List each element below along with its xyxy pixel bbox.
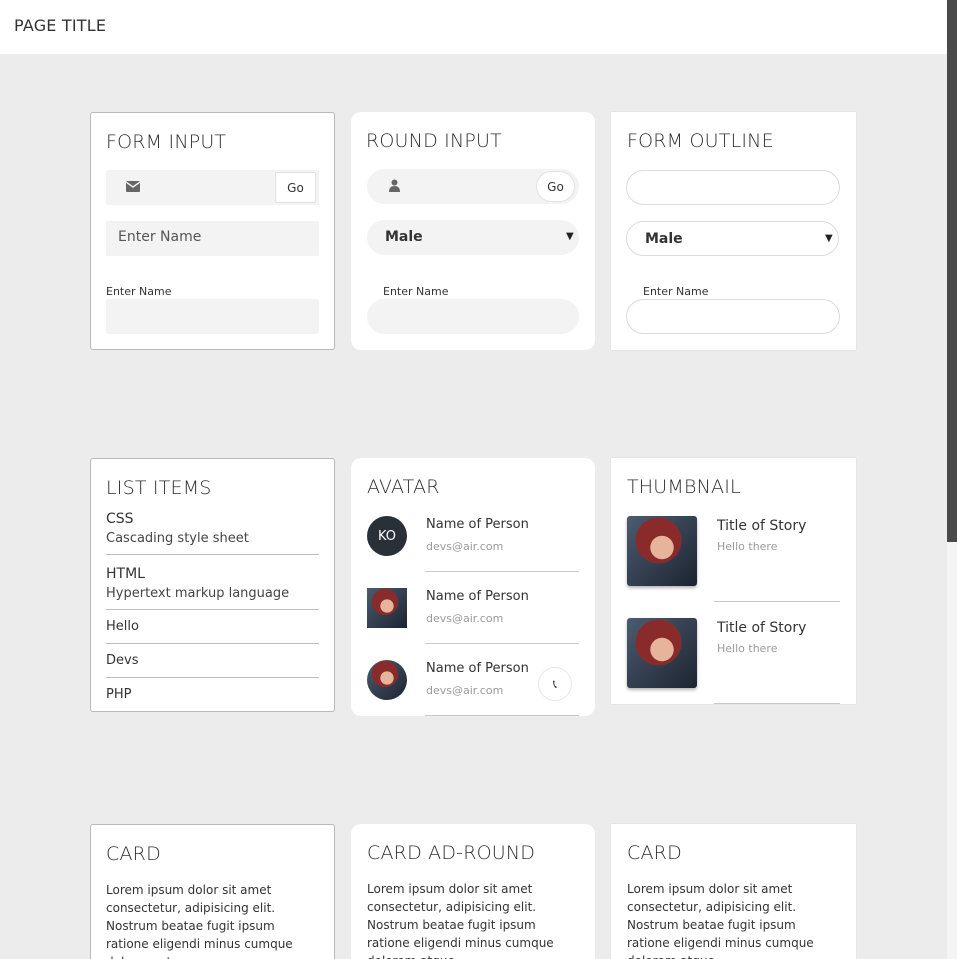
person-name[interactable]: Name of Person (426, 589, 529, 604)
avatar: KO (367, 516, 407, 556)
list-item-title[interactable]: PHP (106, 687, 131, 702)
story-subtitle: Hello there (717, 540, 778, 553)
story-title[interactable]: Title of Story (717, 620, 806, 636)
divider (714, 601, 840, 602)
person-name[interactable]: Name of Person (426, 517, 529, 532)
call-button[interactable]: 📞︎ (538, 667, 572, 701)
form-outline-card: FORM OUTLINE Male ▼ Enter Name (611, 112, 856, 350)
card-title: AVATAR (367, 476, 440, 498)
person-email: devs@air.com (426, 612, 504, 625)
caret-down-icon: ▼ (825, 233, 833, 244)
divider (106, 677, 319, 678)
story-subtitle: Hello there (717, 642, 778, 655)
go-button[interactable]: Go (275, 172, 316, 203)
avatar (367, 660, 407, 700)
card-title: CARD (106, 843, 161, 865)
name-field[interactable] (367, 299, 579, 334)
card-title: LIST ITEMS (106, 477, 212, 499)
list-item-title[interactable]: CSS (106, 511, 134, 527)
envelope-icon (126, 181, 140, 192)
select-value: Male (645, 231, 683, 247)
divider (106, 554, 319, 555)
divider (714, 703, 840, 704)
story-title[interactable]: Title of Story (717, 518, 806, 534)
scrollbar-thumb[interactable] (947, 0, 957, 542)
select-value: Male (385, 229, 423, 245)
person-email: devs@air.com (426, 684, 504, 697)
gender-select[interactable]: Male ▼ (626, 221, 839, 256)
outline-input[interactable] (626, 170, 840, 205)
person-name[interactable]: Name of Person (426, 661, 529, 676)
list-items-card: LIST ITEMS CSS Cascading style sheet HTM… (90, 458, 335, 712)
card: CARD Lorem ipsum dolor sit amet consecte… (90, 824, 335, 959)
card-body-text: Lorem ipsum dolor sit amet consectetur, … (627, 882, 814, 959)
divider (106, 609, 319, 610)
card-title: CARD (627, 842, 682, 864)
name-placeholder: Enter Name (118, 229, 202, 245)
list-item-subtitle: Cascading style sheet (106, 531, 249, 546)
person-email: devs@air.com (426, 540, 504, 553)
list-item-title[interactable]: HTML (106, 566, 145, 582)
caret-down-icon: ▼ (566, 231, 574, 242)
list-item-title[interactable]: Hello (106, 619, 139, 634)
top-bar: PAGE TITLE (0, 0, 947, 54)
phone-icon: 📞︎ (552, 676, 558, 691)
card: CARD Lorem ipsum dolor sit amet consecte… (611, 824, 856, 959)
card-body-text: Lorem ipsum dolor sit amet consectetur, … (106, 883, 293, 959)
list-item-title[interactable]: Devs (106, 653, 138, 668)
name-field[interactable] (106, 299, 319, 334)
list-item-subtitle: Hypertext markup language (106, 586, 290, 601)
avatar-card: AVATAR KO Name of Person devs@air.com Na… (351, 458, 595, 716)
story-thumbnail[interactable] (627, 618, 697, 688)
divider (106, 643, 319, 644)
card-title: THUMBNAIL (627, 476, 741, 498)
name-input[interactable]: Enter Name (106, 221, 319, 256)
divider (425, 571, 579, 572)
form-input-card: FORM INPUT Go Enter Name Enter Name (90, 112, 335, 350)
name-field[interactable] (626, 299, 840, 334)
gender-select[interactable]: Male ▼ (367, 220, 579, 255)
go-button[interactable]: Go (536, 171, 575, 202)
round-input-card: ROUND INPUT Go Male ▼ Enter Name (351, 112, 595, 350)
name-label: Enter Name (643, 285, 709, 298)
divider (425, 715, 579, 716)
page-title: PAGE TITLE (14, 16, 107, 35)
name-label: Enter Name (106, 285, 172, 298)
thumbnail-card: THUMBNAIL Title of Story Hello there Tit… (611, 458, 856, 704)
user-icon (389, 179, 400, 192)
card-title: ROUND INPUT (366, 130, 502, 152)
card-title: FORM OUTLINE (627, 130, 774, 152)
story-thumbnail[interactable] (627, 516, 697, 586)
card-ad-round: CARD AD-ROUND Lorem ipsum dolor sit amet… (351, 824, 595, 959)
card-body-text: Lorem ipsum dolor sit amet consectetur, … (367, 882, 554, 959)
name-label: Enter Name (383, 285, 449, 298)
scrollbar-track[interactable] (947, 0, 957, 959)
card-title: FORM INPUT (106, 131, 227, 153)
card-title: CARD AD-ROUND (367, 842, 536, 864)
divider (425, 643, 579, 644)
avatar (367, 588, 407, 628)
